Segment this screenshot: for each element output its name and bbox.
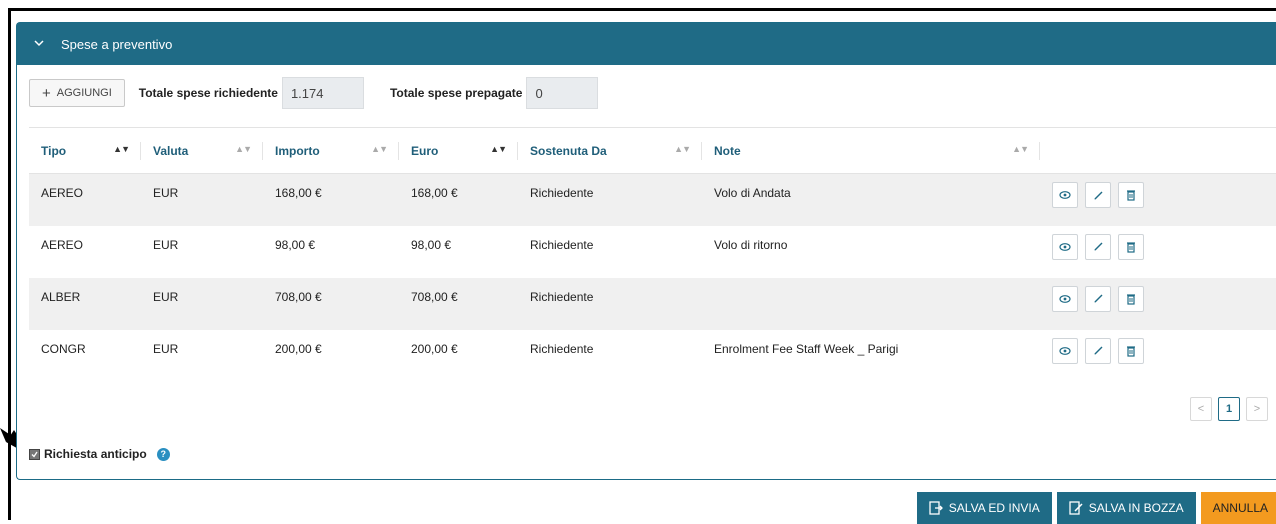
send-doc-icon <box>929 501 943 515</box>
cell-note: Volo di ritorno <box>714 237 788 252</box>
eye-icon <box>1059 346 1071 356</box>
row-actions <box>1040 173 1276 226</box>
cell-valuta: EUR <box>141 277 263 330</box>
edit-button[interactable] <box>1085 337 1111 364</box>
pencil-icon <box>1093 345 1104 356</box>
cell-sostenuta: Richiedente <box>530 237 594 252</box>
cell-importo: 708,00 € <box>263 277 399 330</box>
trash-icon <box>1126 241 1136 253</box>
col-header-tipo[interactable]: Tipo ▲▼ <box>29 127 141 174</box>
footer-actions: SALVA ED INVIA SALVA IN BOZZA ANNULLA <box>916 492 1276 524</box>
salva-ed-invia-button[interactable]: SALVA ED INVIA <box>916 492 1052 524</box>
edit-doc-icon <box>1069 501 1083 515</box>
chevron-down-icon[interactable] <box>17 38 61 50</box>
col-header-note[interactable]: Note ▲▼ <box>702 127 1040 174</box>
spese-preventivo-panel: Spese a preventivo + AGGIUNGI Totale spe… <box>16 22 1276 480</box>
cell-euro: 200,00 € <box>411 341 458 356</box>
trash-icon <box>1126 345 1136 357</box>
cell-valuta: EUR <box>153 341 179 356</box>
annulla-button[interactable]: ANNULLA <box>1200 492 1276 524</box>
add-expense-button[interactable]: + AGGIUNGI <box>29 79 125 107</box>
cell-sostenuta: Richiedente <box>518 277 702 330</box>
pencil-icon <box>1093 190 1104 201</box>
richiesta-anticipo-label: Richiesta anticipo <box>44 447 147 461</box>
delete-button[interactable] <box>1118 182 1144 208</box>
row-actions <box>1040 226 1276 278</box>
view-button[interactable] <box>1052 182 1078 208</box>
delete-button[interactable] <box>1118 285 1144 312</box>
edit-button[interactable] <box>1085 182 1111 208</box>
table-row: AEREO EUR 168,00 €168,00 € Richiedente Volo … <box>29 173 1276 226</box>
view-button[interactable] <box>1052 233 1078 260</box>
col-header-valuta[interactable]: Valuta ▲▼ <box>141 127 263 174</box>
delete-button[interactable] <box>1118 337 1144 364</box>
trash-icon <box>1126 293 1136 305</box>
add-button-label: AGGIUNGI <box>56 87 112 99</box>
pencil-icon <box>1093 241 1104 252</box>
cell-valuta: EUR <box>141 173 263 226</box>
sort-icon[interactable]: ▲▼ <box>235 144 252 154</box>
totale-prepagate-field: 0 <box>526 77 599 109</box>
table-row: AEREO EUR 98,00 € 98,00 € Richiedente Volo di… <box>29 226 1276 278</box>
totale-richiedente-field: 1.174 <box>281 77 364 109</box>
next-page-button[interactable]: > <box>1246 397 1268 421</box>
cell-importo: 98,00 € <box>275 237 316 252</box>
cell-euro: 708,00 € <box>399 277 518 330</box>
cell-importo: 200,00 € <box>275 341 322 356</box>
sort-icon[interactable]: ▲▼ <box>1012 144 1029 154</box>
cell-sostenuta: Richiedente <box>530 341 594 356</box>
cell-valuta: EUR <box>153 237 179 252</box>
cell-sostenuta: Richiedente <box>518 173 702 226</box>
edit-button[interactable] <box>1085 233 1111 260</box>
view-button[interactable] <box>1052 285 1078 312</box>
cell-note: Volo di Andata <box>702 173 1040 226</box>
cell-tipo: AEREO <box>29 173 141 226</box>
trash-icon <box>1126 189 1136 201</box>
cell-tipo: CONGR <box>41 341 86 356</box>
screenshot-frame-top <box>8 8 1276 11</box>
salva-in-bozza-button[interactable]: SALVA IN BOZZA <box>1056 492 1196 524</box>
eye-icon <box>1059 294 1071 304</box>
table-row: ALBER EUR 708,00 €708,00 € Richiedente <box>29 277 1276 330</box>
sort-icon[interactable]: ▲▼ <box>674 144 691 154</box>
table-header-row: Tipo ▲▼ Valuta ▲▼ Importo ▲▼ Euro ▲▼ Sostenu… <box>29 127 1276 174</box>
expenses-table: Tipo ▲▼ Valuta ▲▼ Importo ▲▼ Euro ▲▼ Sostenu… <box>29 127 1276 382</box>
pencil-icon <box>1093 293 1104 304</box>
plus-icon: + <box>42 84 51 102</box>
row-actions <box>1040 277 1276 330</box>
cell-euro: 168,00 € <box>399 173 518 226</box>
help-icon[interactable]: ? <box>156 447 170 461</box>
sort-icon[interactable]: ▲▼ <box>371 144 388 154</box>
row-actions <box>1040 330 1276 382</box>
prev-page-button[interactable]: < <box>1190 397 1212 421</box>
cell-euro: 98,00 € <box>411 237 452 252</box>
view-button[interactable] <box>1052 337 1078 364</box>
col-header-euro[interactable]: Euro ▲▼ <box>399 127 518 174</box>
sort-icon[interactable]: ▲▼ <box>113 144 130 154</box>
richiesta-anticipo-checkbox[interactable] <box>29 448 40 460</box>
table-row: CONGR EUR 200,00 € 200,00 € Richiedente Enrol… <box>29 330 1276 382</box>
cell-note: Enrolment Fee Staff Week _ Parigi <box>714 341 899 356</box>
col-header-actions <box>1040 127 1276 174</box>
totale-prepagate-label: Totale spese prepagate <box>389 86 523 100</box>
col-header-sostenuta-da[interactable]: Sostenuta Da ▲▼ <box>518 127 702 174</box>
totals-toolbar: + AGGIUNGI Totale spese richiedente 1.17… <box>29 77 599 109</box>
cell-importo: 168,00 € <box>263 173 399 226</box>
sort-icon[interactable]: ▲▼ <box>490 144 507 154</box>
delete-button[interactable] <box>1118 233 1144 260</box>
pagination: < 1 > <box>1190 397 1268 421</box>
eye-icon <box>1059 242 1071 252</box>
eye-icon <box>1059 190 1071 200</box>
totale-richiedente-label: Totale spese richiedente <box>138 86 278 100</box>
panel-header[interactable]: Spese a preventivo <box>17 23 1276 65</box>
page-1-button[interactable]: 1 <box>1218 397 1240 421</box>
edit-button[interactable] <box>1085 285 1111 312</box>
cell-tipo: AEREO <box>41 237 84 252</box>
richiesta-anticipo: Richiesta anticipo ? <box>29 447 170 461</box>
col-header-importo[interactable]: Importo ▲▼ <box>263 127 399 174</box>
cell-note <box>702 277 1040 330</box>
cell-tipo: ALBER <box>29 277 141 330</box>
panel-title: Spese a preventivo <box>61 36 173 52</box>
